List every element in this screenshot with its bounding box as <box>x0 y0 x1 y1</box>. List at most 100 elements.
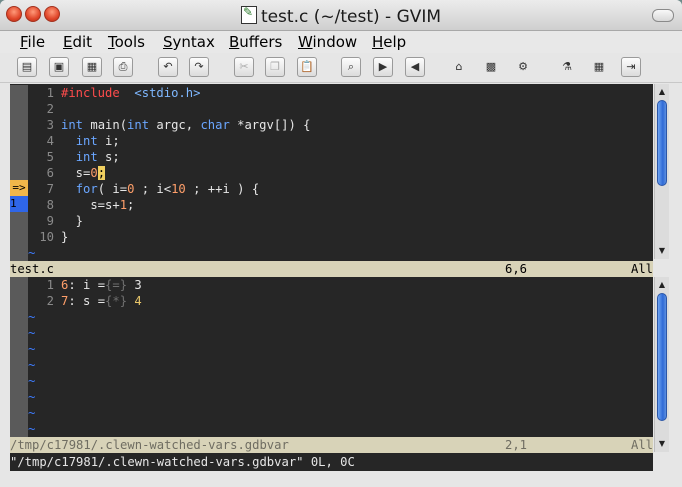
code-text: s=0; <box>61 165 106 181</box>
code-token: int <box>75 150 98 164</box>
code-text: 7: s ={*} 4 <box>61 293 142 309</box>
code-token: 1 <box>119 198 128 212</box>
code-token: } <box>61 214 84 228</box>
empty-line-tilde: ~ <box>10 341 653 357</box>
code-text: int s; <box>61 149 120 165</box>
toolbar: ▤ ▣ ▦ ⎙ ↶ ↷ ✂ ❐ 📋 ⌕ ▶ ◀ ⌂ ▩ ⚙ ⚗ ▦ ⇥ <box>0 54 682 83</box>
top-scrollbar[interactable]: ▲ ▼ <box>654 84 669 259</box>
code-token: 0 <box>90 166 98 180</box>
find-next-icon[interactable]: ▶ <box>373 57 393 77</box>
empty-line-tilde: ~ <box>10 245 653 261</box>
code-token: ; ++i ) { <box>185 182 260 196</box>
menu-label-rest: ools <box>114 33 145 51</box>
scroll-up-arrow-icon[interactable]: ▲ <box>656 86 668 98</box>
code-line[interactable]: 3 int main(int argc, char *argv[]) { <box>10 117 653 133</box>
scroll-down-arrow-icon[interactable]: ▼ <box>656 438 668 450</box>
code-token: s=s+ <box>61 198 120 212</box>
make-icon[interactable]: ⚗ <box>557 57 577 77</box>
code-line[interactable]: 7 for( i=0 ; i<10 ; ++i ) { <box>10 181 653 197</box>
cut-icon[interactable]: ✂ <box>234 57 254 77</box>
code-line[interactable]: 1 6: i ={=} 3 <box>10 277 653 293</box>
code-token: {*} <box>105 294 128 308</box>
run-script-icon[interactable]: ⚙ <box>513 57 533 77</box>
code-token: int <box>61 118 84 132</box>
redo-icon[interactable]: ↷ <box>189 57 209 77</box>
code-text: int main(int argc, char *argv[]) { <box>61 117 311 133</box>
editor-area[interactable]: 1 #include <stdio.h> 2 3 int main(int argc, … <box>10 84 653 471</box>
code-line[interactable]: 10} <box>10 229 653 245</box>
menu-buffers[interactable]: Buffers <box>229 33 282 51</box>
save-all-icon[interactable]: ▦ <box>82 57 102 77</box>
line-number: 1 <box>46 86 54 100</box>
tilde-marker: ~ <box>28 246 36 260</box>
line-number: 7 <box>46 182 54 196</box>
find-replace-icon[interactable]: ⌕ <box>341 57 361 77</box>
menu-bar: File Edit Tools Syntax Buffers Window Help <box>0 31 682 53</box>
code-line[interactable]: 8 s=s+1; <box>10 197 653 213</box>
toolbar-toggle-button[interactable] <box>652 9 674 22</box>
code-line[interactable]: 4 int i; <box>10 133 653 149</box>
line-number: 6 <box>46 166 54 180</box>
code-line[interactable]: 9 } <box>10 213 653 229</box>
code-line[interactable]: 5 int s; <box>10 149 653 165</box>
menu-tools[interactable]: Tools <box>108 33 145 51</box>
scrollbar-thumb[interactable] <box>657 100 667 186</box>
menu-label-rest: uffers <box>239 33 283 51</box>
code-line[interactable]: 6 s=0; <box>10 165 653 181</box>
find-prev-icon[interactable]: ◀ <box>405 57 425 77</box>
save-session-icon[interactable]: ▩ <box>481 57 501 77</box>
menu-help[interactable]: Help <box>372 33 406 51</box>
line-number: 1 <box>46 278 54 292</box>
code-line[interactable]: 2 7: s ={*} 4 <box>10 293 653 309</box>
jump-to-tag-icon[interactable]: ⇥ <box>621 57 641 77</box>
status-scroll: All <box>630 262 653 276</box>
code-token: <stdio.h> <box>134 86 201 100</box>
code-token: *argv[]) { <box>229 118 311 132</box>
code-line[interactable]: 1 #include <stdio.h> <box>10 85 653 101</box>
save-icon[interactable]: ▣ <box>49 57 69 77</box>
breakpoint-sign[interactable]: 1 <box>10 196 28 212</box>
menu-syntax[interactable]: Syntax <box>163 33 215 51</box>
copy-icon[interactable]: ❐ <box>265 57 285 77</box>
menu-edit[interactable]: Edit <box>63 33 92 51</box>
tilde-marker: ~ <box>28 310 36 324</box>
menu-file[interactable]: File <box>20 33 45 51</box>
menu-mnemonic: H <box>372 33 384 51</box>
run-ctags-icon[interactable]: ▦ <box>589 57 609 77</box>
tilde-marker: ~ <box>28 422 36 436</box>
code-text: for( i=0 ; i<10 ; ++i ) { <box>61 181 259 197</box>
scroll-up-arrow-icon[interactable]: ▲ <box>656 279 668 291</box>
window-title-text: test.c (~/test) - GVIM <box>260 7 442 27</box>
bottom-scrollbar[interactable]: ▲ ▼ <box>654 277 669 452</box>
code-line[interactable]: 2 <box>10 101 653 117</box>
status-scroll: All <box>630 438 653 452</box>
line-number: 8 <box>46 198 54 212</box>
scrollbar-thumb[interactable] <box>657 293 667 421</box>
tilde-marker: ~ <box>28 358 36 372</box>
paste-icon[interactable]: 📋 <box>297 57 317 77</box>
code-token: argc, <box>149 118 201 132</box>
code-token: int <box>127 118 150 132</box>
menu-window[interactable]: Window <box>298 33 357 51</box>
code-token: : s = <box>68 294 106 308</box>
tilde-marker: ~ <box>28 406 36 420</box>
empty-line-tilde: ~ <box>10 389 653 405</box>
print-icon[interactable]: ⎙ <box>113 57 133 77</box>
empty-line-tilde: ~ <box>10 357 653 373</box>
line-number: 3 <box>46 118 54 132</box>
tilde-marker: ~ <box>28 342 36 356</box>
command-line[interactable]: "/tmp/c17981/.clewn-watched-vars.gdbvar"… <box>10 454 653 471</box>
top-status-line: test.c 6,6 All <box>10 261 653 277</box>
load-session-icon[interactable]: ⌂ <box>449 57 469 77</box>
line-number: 5 <box>46 150 54 164</box>
menu-label-rest: ile <box>27 33 46 51</box>
open-icon[interactable]: ▤ <box>17 57 37 77</box>
line-number: 9 <box>46 214 54 228</box>
menu-label-rest: yntax <box>172 33 215 51</box>
tilde-marker: ~ <box>28 374 36 388</box>
scroll-down-arrow-icon[interactable]: ▼ <box>656 245 668 257</box>
code-token: #include <box>61 86 120 100</box>
undo-icon[interactable]: ↶ <box>158 57 178 77</box>
